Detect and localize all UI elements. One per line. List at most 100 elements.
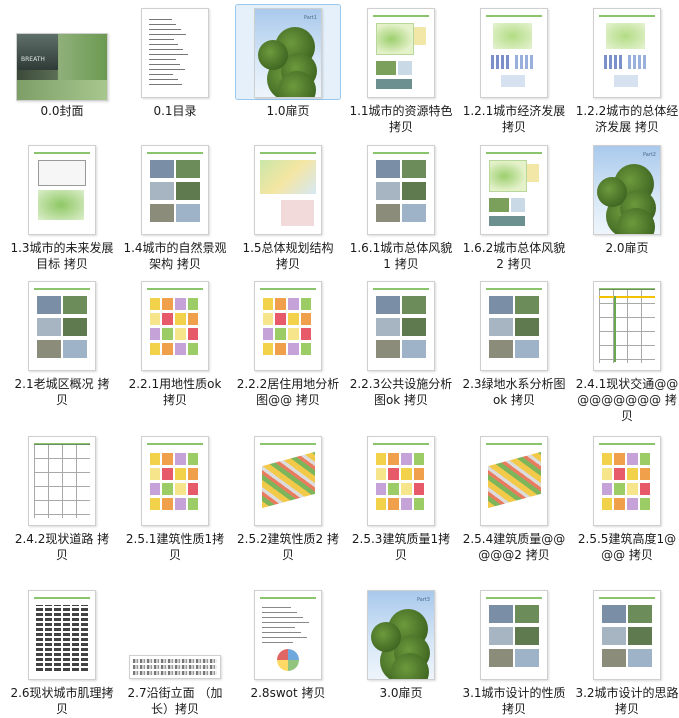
file-item[interactable]: 2.5.3建筑质量1拷贝 (346, 432, 456, 563)
file-thumbnail[interactable] (348, 432, 454, 528)
file-name[interactable]: 2.7沿街立面 （加长）拷贝 (120, 685, 230, 717)
file-item[interactable]: 3.1城市设计的性质 拷贝 (459, 586, 569, 717)
file-name[interactable]: 3.2城市设计的思路 拷贝 (572, 685, 679, 717)
file-name[interactable]: 2.5.4建筑质量@@@@@2 拷贝 (459, 531, 569, 563)
file-name[interactable]: 1.6.1城市总体风貌1 拷贝 (346, 240, 456, 272)
file-name[interactable]: 1.5总体规划结构 拷贝 (233, 240, 343, 272)
file-thumbnail[interactable] (461, 141, 567, 237)
file-thumbnail[interactable] (574, 586, 679, 682)
file-thumbnail[interactable] (461, 4, 567, 100)
file-name[interactable]: 2.1老城区概况 拷贝 (7, 376, 117, 408)
file-name[interactable]: 1.0扉页 (233, 103, 343, 119)
cover-text: BREATH (21, 56, 45, 63)
file-item[interactable]: 2.2.3公共设施分析图ok 拷贝 (346, 277, 456, 408)
file-thumbnail[interactable] (235, 277, 341, 373)
texture-page-preview (28, 590, 96, 680)
photo-page-preview (480, 281, 548, 371)
file-item[interactable]: Part3 3.0扉页 (346, 586, 456, 701)
file-item[interactable]: 2.2.2居住用地分析图@@ 拷贝 (233, 277, 343, 408)
road-page-preview (28, 436, 96, 526)
file-item[interactable]: 1.3城市的未来发展目标 拷贝 (7, 141, 117, 272)
file-name[interactable]: 2.2.3公共设施分析图ok 拷贝 (346, 376, 456, 408)
file-name[interactable]: 3.0扉页 (346, 685, 456, 701)
file-name[interactable]: 2.5.1建筑性质1拷贝 (120, 531, 230, 563)
file-item[interactable]: 2.5.1建筑性质1拷贝 (120, 432, 230, 563)
file-name[interactable]: 0.1目录 (120, 103, 230, 119)
file-thumbnail[interactable] (461, 432, 567, 528)
file-item[interactable]: Part2 2.0扉页 (572, 141, 679, 256)
file-item[interactable]: 1.6.2城市总体风貌2 拷贝 (459, 141, 569, 272)
file-item[interactable]: 2.2.1用地性质ok 拷贝 (120, 277, 230, 408)
file-thumbnail[interactable] (9, 141, 115, 237)
part-badge: Part3 (416, 597, 430, 603)
file-name[interactable]: 2.6现状城市肌理拷贝 (7, 685, 117, 717)
file-thumbnail[interactable] (122, 141, 228, 237)
file-item[interactable]: 1.6.1城市总体风貌1 拷贝 (346, 141, 456, 272)
file-thumbnail[interactable] (461, 586, 567, 682)
file-name[interactable]: 2.3绿地水系分析图ok 拷贝 (459, 376, 569, 408)
file-thumbnail[interactable]: Part1 (235, 4, 341, 100)
file-item[interactable]: 2.4.1现状交通@@@@@@@@@ 拷贝 (572, 277, 679, 424)
chart-page-preview (593, 8, 661, 98)
file-item[interactable]: 1.4城市的自然景观架构 拷贝 (120, 141, 230, 272)
file-thumbnail[interactable] (574, 277, 679, 373)
file-item[interactable]: 2.3绿地水系分析图ok 拷贝 (459, 277, 569, 408)
file-thumbnail[interactable] (574, 432, 679, 528)
file-name[interactable]: 1.3城市的未来发展目标 拷贝 (7, 240, 117, 272)
file-name[interactable]: 2.5.3建筑质量1拷贝 (346, 531, 456, 563)
file-item[interactable]: 1.1城市的资源特色 拷贝 (346, 4, 456, 135)
file-item[interactable]: 2.5.4建筑质量@@@@@2 拷贝 (459, 432, 569, 563)
file-thumbnail[interactable] (235, 586, 341, 682)
file-item[interactable]: 3.2城市设计的思路 拷贝 (572, 586, 679, 717)
file-item[interactable]: 1.2.2城市的总体经济发展 拷贝 (572, 4, 679, 135)
file-name[interactable]: 2.0扉页 (572, 240, 679, 256)
file-item[interactable]: 0.1目录 (120, 4, 230, 119)
file-name[interactable]: 2.4.2现状道路 拷贝 (7, 531, 117, 563)
file-item[interactable]: 1.5总体规划结构 拷贝 (233, 141, 343, 272)
file-thumbnail[interactable] (9, 432, 115, 528)
file-item[interactable]: 2.5.2建筑性质2 拷贝 (233, 432, 343, 563)
file-name[interactable]: 1.1城市的资源特色 拷贝 (346, 103, 456, 135)
file-name[interactable]: 1.2.1城市经济发展 拷贝 (459, 103, 569, 135)
cover-preview: BREATH (16, 33, 108, 101)
file-item[interactable]: 2.8swot 拷贝 (233, 586, 343, 701)
file-item[interactable]: 2.6现状城市肌理拷贝 (7, 586, 117, 717)
part-badge: Part2 (642, 152, 656, 158)
file-item[interactable]: 2.5.5建筑高度1@@@ 拷贝 (572, 432, 679, 563)
file-thumbnail[interactable] (122, 432, 228, 528)
file-thumbnail[interactable] (461, 277, 567, 373)
file-thumbnail[interactable] (348, 141, 454, 237)
file-item[interactable]: Part1 1.0扉页 (233, 4, 343, 119)
file-item[interactable]: 2.4.2现状道路 拷贝 (7, 432, 117, 563)
file-name[interactable]: 1.6.2城市总体风貌2 拷贝 (459, 240, 569, 272)
file-thumbnail[interactable] (122, 586, 228, 682)
landuse-page-preview (141, 436, 209, 526)
file-name[interactable]: 2.8swot 拷贝 (233, 685, 343, 701)
file-thumbnail[interactable] (9, 277, 115, 373)
file-thumbnail[interactable] (122, 277, 228, 373)
landuse-page-preview (254, 281, 322, 371)
file-item[interactable]: BREATH 0.0封面 (7, 4, 117, 119)
file-item[interactable]: 1.2.1城市经济发展 拷贝 (459, 4, 569, 135)
file-name[interactable]: 2.5.2建筑性质2 拷贝 (233, 531, 343, 563)
file-thumbnail[interactable] (122, 4, 228, 100)
file-name[interactable]: 2.2.1用地性质ok 拷贝 (120, 376, 230, 408)
file-thumbnail[interactable]: Part2 (574, 141, 679, 237)
file-thumbnail[interactable] (235, 141, 341, 237)
file-thumbnail[interactable] (348, 4, 454, 100)
file-name[interactable]: 0.0封面 (7, 103, 117, 119)
file-thumbnail[interactable]: BREATH (9, 4, 115, 101)
file-thumbnail[interactable]: Part3 (348, 586, 454, 682)
file-thumbnail[interactable] (574, 4, 679, 100)
file-name[interactable]: 2.5.5建筑高度1@@@ 拷贝 (572, 531, 679, 563)
file-thumbnail[interactable] (235, 432, 341, 528)
file-name[interactable]: 1.4城市的自然景观架构 拷贝 (120, 240, 230, 272)
file-name[interactable]: 3.1城市设计的性质 拷贝 (459, 685, 569, 717)
file-item[interactable]: 2.7沿街立面 （加长）拷贝 (120, 586, 230, 717)
file-name[interactable]: 2.4.1现状交通@@@@@@@@@ 拷贝 (572, 376, 679, 424)
file-thumbnail[interactable] (9, 586, 115, 682)
file-thumbnail[interactable] (348, 277, 454, 373)
file-item[interactable]: 2.1老城区概况 拷贝 (7, 277, 117, 408)
file-name[interactable]: 1.2.2城市的总体经济发展 拷贝 (572, 103, 679, 135)
file-name[interactable]: 2.2.2居住用地分析图@@ 拷贝 (233, 376, 343, 408)
